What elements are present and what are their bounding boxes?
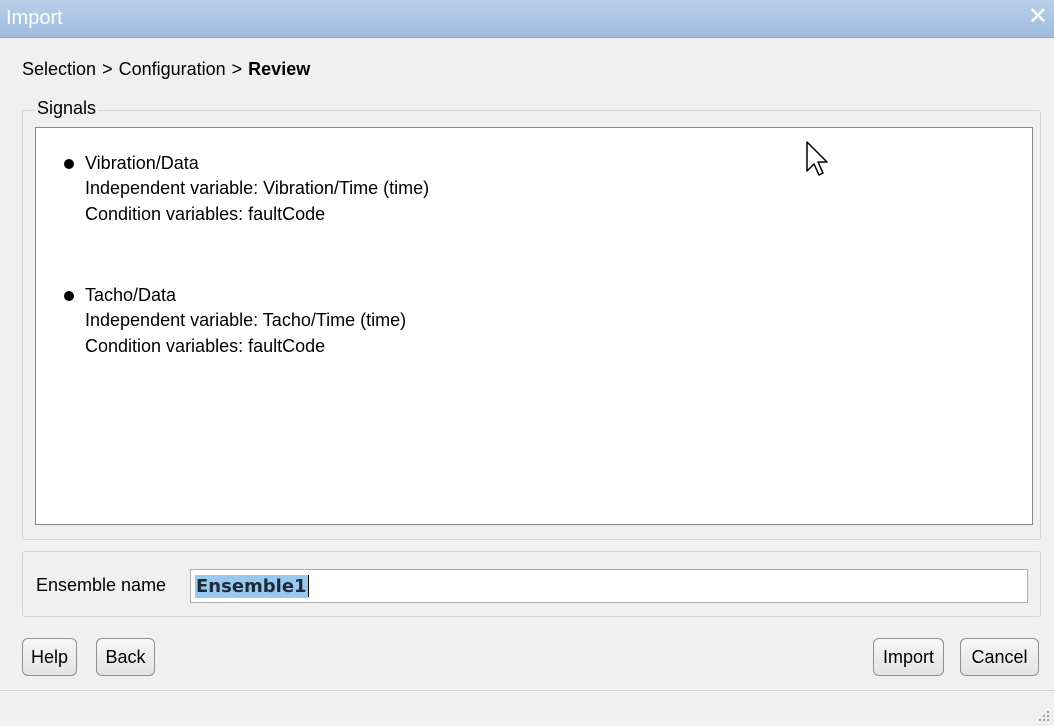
bullet-icon xyxy=(64,159,74,169)
breadcrumb-step-configuration: Configuration xyxy=(118,59,226,79)
signal-condition-variables: Condition variables: faultCode xyxy=(85,336,326,356)
title-bar: Import ✕ xyxy=(0,0,1054,38)
signal-condition-variables: Condition variables: faultCode xyxy=(85,204,326,224)
ensemble-name-label: Ensemble name xyxy=(36,575,167,595)
breadcrumb-step-review: Review xyxy=(248,59,311,79)
signal-independent-variable: Independent variable: Vibration/Time (ti… xyxy=(85,178,430,198)
text-caret xyxy=(307,575,309,597)
signals-legend: Signals xyxy=(35,98,99,119)
breadcrumb-separator: > xyxy=(102,59,113,79)
mouse-cursor-icon xyxy=(806,141,828,176)
cancel-button[interactable]: Cancel xyxy=(960,638,1039,676)
signal-name: Vibration/Data xyxy=(85,153,199,173)
resize-grip-icon[interactable] xyxy=(1038,710,1050,722)
window-title: Import xyxy=(6,7,63,29)
close-icon[interactable]: ✕ xyxy=(1028,4,1048,30)
back-button[interactable]: Back xyxy=(96,638,155,676)
ensemble-name-input[interactable]: Ensemble1 xyxy=(190,569,1028,603)
ensemble-group: Ensemble name Ensemble1 xyxy=(22,551,1041,617)
signal-independent-variable: Independent variable: Tacho/Time (time) xyxy=(85,310,407,330)
status-bar xyxy=(0,690,1054,726)
bullet-icon xyxy=(64,291,74,301)
ensemble-name-value: Ensemble1 xyxy=(195,574,308,598)
breadcrumb-step-selection: Selection xyxy=(22,59,97,79)
signals-list[interactable]: Vibration/Data Independent variable: Vib… xyxy=(35,127,1033,525)
breadcrumb-separator: > xyxy=(231,59,243,79)
signal-name: Tacho/Data xyxy=(85,285,177,305)
import-button[interactable]: Import xyxy=(873,638,944,676)
help-button[interactable]: Help xyxy=(22,638,77,676)
signals-group: Signals Vibration/Data Independent varia… xyxy=(22,98,1041,540)
breadcrumb: Selection > Configuration > Review xyxy=(22,59,310,80)
